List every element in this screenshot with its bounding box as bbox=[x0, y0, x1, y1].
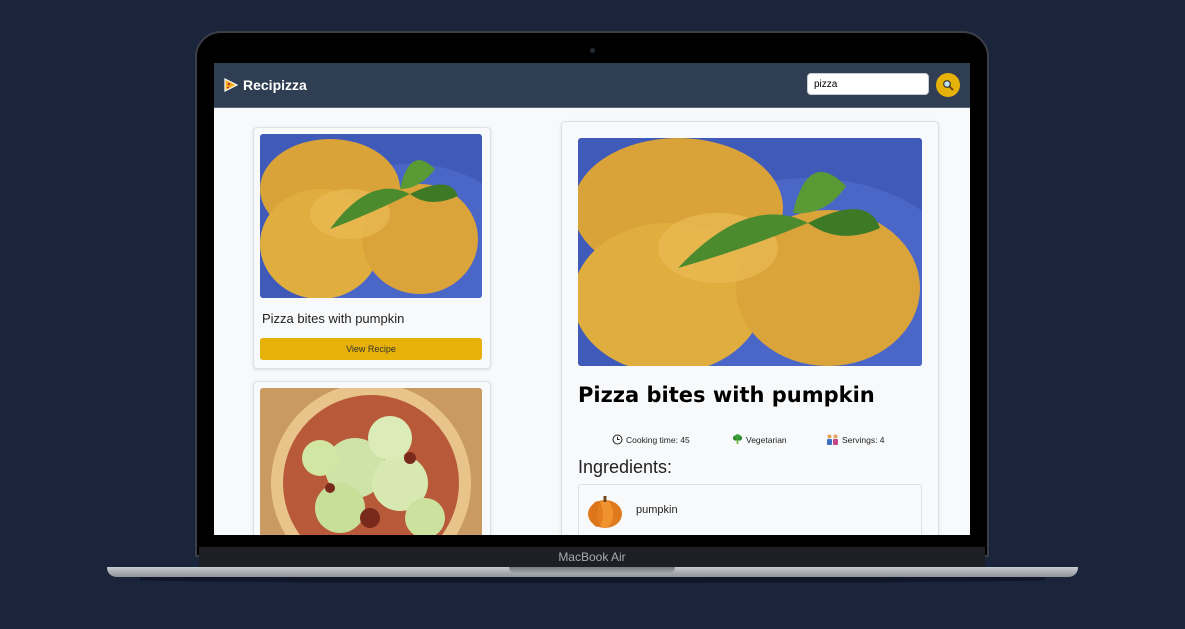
laptop-notch bbox=[509, 567, 675, 573]
broccoli-icon bbox=[732, 434, 743, 444]
diet: Vegetarian bbox=[732, 434, 787, 445]
recipe-detail-panel: Pizza bites with pumpkin Cooking time: 4… bbox=[561, 121, 939, 535]
main-content: Pizza bites with pumpkin View Recipe Piz… bbox=[214, 108, 970, 535]
people-icon bbox=[827, 434, 838, 445]
navbar: Recipizza bbox=[214, 63, 970, 108]
view-recipe-button[interactable]: View Recipe bbox=[260, 338, 482, 360]
ingredient-item: pumpkin bbox=[578, 484, 922, 535]
camera-icon bbox=[590, 48, 595, 53]
recipe-card-title: Pizza bites with pumpkin bbox=[262, 311, 405, 326]
recipe-thumbnail[interactable] bbox=[260, 134, 482, 298]
recipe-thumbnail[interactable] bbox=[260, 388, 482, 535]
servings-label: Servings: 4 bbox=[842, 434, 885, 445]
recipe-card: Pizza bites with pumpkin View Recipe bbox=[253, 127, 491, 369]
device-label: MacBook Air bbox=[558, 550, 626, 564]
search-input[interactable] bbox=[807, 73, 929, 95]
recipe-card bbox=[253, 381, 491, 535]
clock-icon bbox=[612, 434, 623, 445]
pizza-slice-icon bbox=[224, 78, 238, 92]
diet-label: Vegetarian bbox=[746, 434, 787, 445]
ingredients-heading: Ingredients: bbox=[578, 457, 673, 477]
recipe-detail-title: Pizza bites with pumpkin bbox=[578, 383, 875, 407]
cooking-time: Cooking time: 45 bbox=[612, 434, 690, 445]
cooking-time-label: Cooking time: 45 bbox=[626, 434, 690, 445]
ingredient-name: pumpkin bbox=[636, 504, 678, 516]
laptop-shadow bbox=[140, 577, 1045, 583]
pumpkin-icon bbox=[588, 496, 622, 528]
laptop-chin: MacBook Air bbox=[199, 547, 985, 567]
app-screen: Recipizza pizza Pizza bites with pumpkin… bbox=[214, 63, 970, 535]
servings: Servings: 4 bbox=[826, 434, 885, 445]
brand-name[interactable]: Recipizza bbox=[243, 77, 307, 93]
search-button[interactable] bbox=[936, 73, 960, 97]
magnifier-icon bbox=[943, 80, 954, 91]
recipe-detail-image bbox=[578, 138, 922, 366]
